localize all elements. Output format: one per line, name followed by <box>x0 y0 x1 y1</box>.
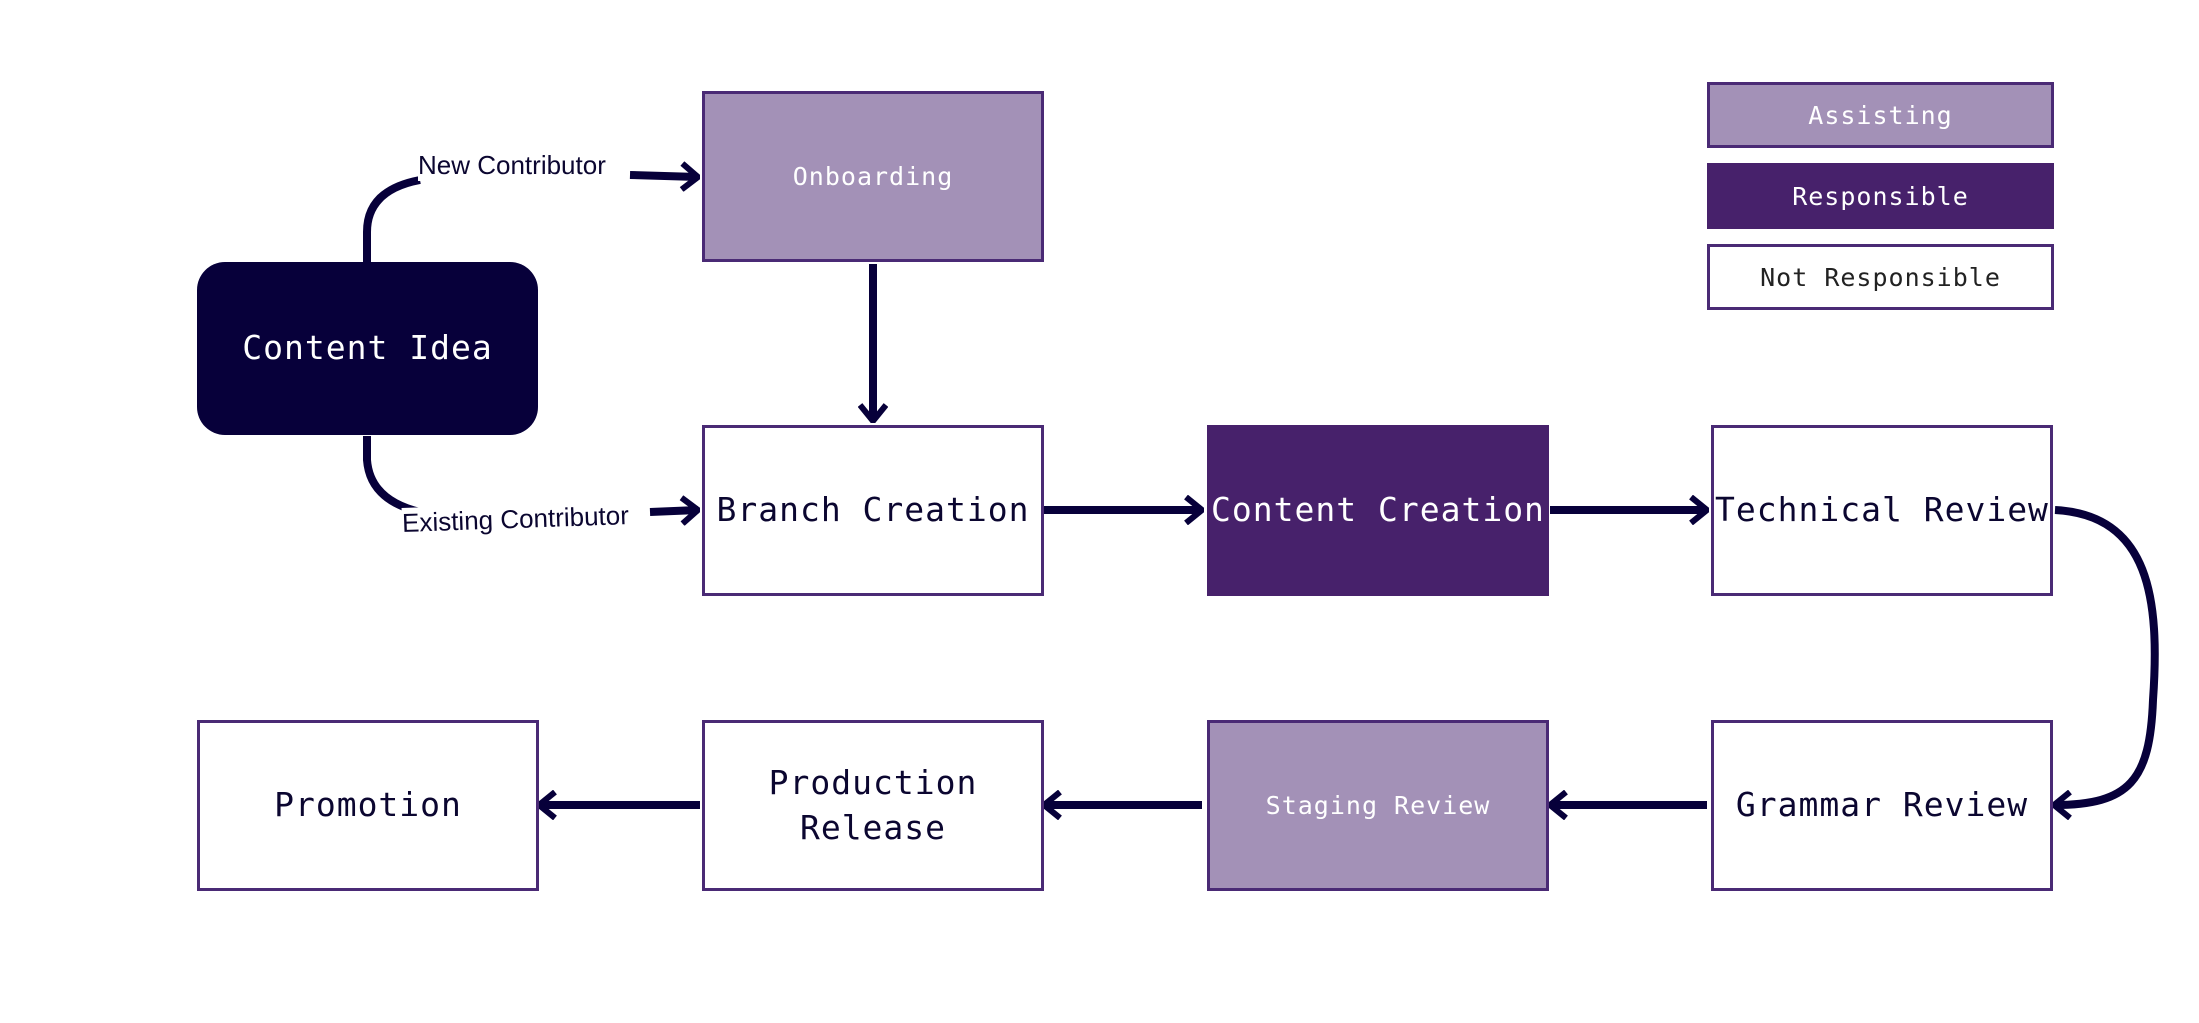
edge-idea-to-onboarding-arrow <box>629 175 698 177</box>
legend-assisting: Assisting <box>1707 82 2054 148</box>
edge-idea-to-branch <box>363 436 421 516</box>
edge-technical-to-grammar <box>2054 506 2159 805</box>
node-grammar-review[interactable]: Grammar Review <box>1711 720 2053 891</box>
node-promotion[interactable]: Promotion <box>197 720 539 891</box>
node-production-release[interactable]: Production Release <box>702 720 1044 891</box>
node-content-idea[interactable]: Content Idea <box>197 262 538 435</box>
node-staging-review[interactable]: Staging Review <box>1207 720 1549 891</box>
edge-idea-to-branch-arrow <box>649 510 698 512</box>
node-content-creation[interactable]: Content Creation <box>1207 425 1549 596</box>
legend-responsible: Responsible <box>1707 163 2054 229</box>
edge-label-new-contributor: New Contributor <box>418 150 606 181</box>
node-technical-review[interactable]: Technical Review <box>1711 425 2053 596</box>
node-onboarding[interactable]: Onboarding <box>702 91 1044 262</box>
legend-not-responsible: Not Responsible <box>1707 244 2054 310</box>
node-branch-creation[interactable]: Branch Creation <box>702 425 1044 596</box>
edge-idea-to-onboarding <box>363 176 421 262</box>
